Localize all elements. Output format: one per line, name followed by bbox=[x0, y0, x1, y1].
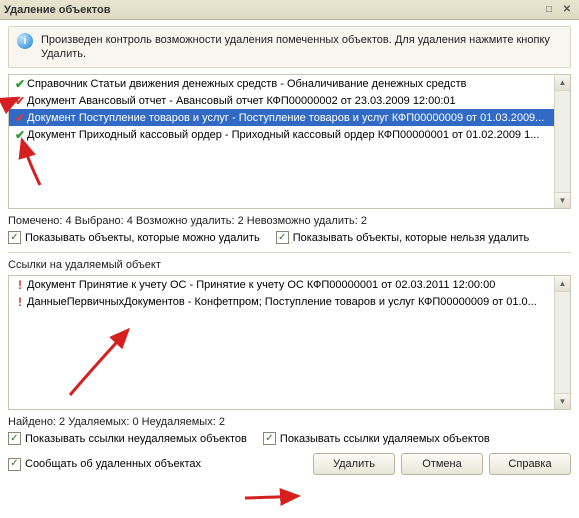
checkbox-icon: ✓ bbox=[8, 458, 21, 471]
list-item-text: Справочник Статьи движения денежных сред… bbox=[27, 78, 466, 90]
checkbox-label: Показывать объекты, которые нельзя удали… bbox=[293, 232, 530, 244]
checkbox-show-refs-nondeletable[interactable]: ✓ Показывать ссылки неудаляемых объектов bbox=[8, 432, 247, 445]
list-item[interactable]: !ДанныеПервичныхДокументов - Конфетпром;… bbox=[9, 293, 570, 310]
warning-icon: ✔ bbox=[13, 95, 27, 107]
checkbox-icon: ✓ bbox=[263, 432, 276, 445]
list-item[interactable]: ✔Документ Поступление товаров и услуг - … bbox=[9, 109, 570, 126]
list-item-text: Документ Поступление товаров и услуг - П… bbox=[27, 112, 544, 124]
warning-icon: ! bbox=[13, 279, 27, 291]
info-icon: i bbox=[17, 33, 33, 49]
checkbox-show-refs-deletable[interactable]: ✓ Показывать ссылки удаляемых объектов bbox=[263, 432, 490, 445]
refs-list[interactable]: !Документ Принятие к учету ОС - Принятие… bbox=[8, 275, 571, 410]
objects-list[interactable]: ✔Справочник Статьи движения денежных сре… bbox=[8, 74, 571, 209]
checkbox-icon: ✓ bbox=[276, 231, 289, 244]
checkbox-show-deletable[interactable]: ✓ Показывать объекты, которые можно удал… bbox=[8, 231, 260, 244]
refs-title: Ссылки на удаляемый объект bbox=[8, 259, 571, 271]
checkbox-report-deleted[interactable]: ✓ Сообщать об удаленных объектах bbox=[8, 458, 201, 471]
scroll-up-icon[interactable]: ▲ bbox=[555, 75, 570, 91]
scrollbar[interactable]: ▲ ▼ bbox=[554, 276, 570, 409]
checkbox-label: Сообщать об удаленных объектах bbox=[25, 458, 201, 470]
close-icon[interactable]: ✕ bbox=[559, 3, 575, 17]
checkbox-label: Показывать ссылки удаляемых объектов bbox=[280, 433, 490, 445]
checkmark-icon: ✔ bbox=[13, 129, 27, 141]
checkbox-label: Показывать объекты, которые можно удалит… bbox=[25, 232, 260, 244]
scrollbar[interactable]: ▲ ▼ bbox=[554, 75, 570, 208]
warning-icon: ! bbox=[13, 296, 27, 308]
warning-icon: ✔ bbox=[13, 112, 27, 124]
checkbox-label: Показывать ссылки неудаляемых объектов bbox=[25, 433, 247, 445]
list-item[interactable]: !Документ Принятие к учету ОС - Принятие… bbox=[9, 276, 570, 293]
list-item-text: Документ Принятие к учету ОС - Принятие … bbox=[27, 279, 495, 291]
help-button[interactable]: Справка bbox=[489, 453, 571, 475]
list-item[interactable]: ✔Справочник Статьи движения денежных сре… bbox=[9, 75, 570, 92]
title-bar: Удаление объектов □ ✕ bbox=[0, 0, 579, 20]
list-item-text: ДанныеПервичныхДокументов - Конфетпром; … bbox=[27, 296, 537, 308]
list-item[interactable]: ✔Документ Приходный кассовый ордер - При… bbox=[9, 126, 570, 143]
checkbox-show-nondeletable[interactable]: ✓ Показывать объекты, которые нельзя уда… bbox=[276, 231, 530, 244]
horizontal-separator bbox=[8, 252, 571, 253]
maximize-icon[interactable]: □ bbox=[541, 3, 557, 17]
window-title: Удаление объектов bbox=[4, 4, 111, 16]
scroll-down-icon[interactable]: ▼ bbox=[555, 192, 570, 208]
scroll-down-icon[interactable]: ▼ bbox=[555, 393, 570, 409]
objects-status: Помечено: 4 Выбрано: 4 Возможно удалить:… bbox=[8, 215, 571, 227]
checkbox-icon: ✓ bbox=[8, 432, 21, 445]
cancel-button[interactable]: Отмена bbox=[401, 453, 483, 475]
delete-button[interactable]: Удалить bbox=[313, 453, 395, 475]
list-item-text: Документ Авансовый отчет - Авансовый отч… bbox=[27, 95, 456, 107]
list-item-text: Документ Приходный кассовый ордер - Прих… bbox=[27, 129, 539, 141]
info-text: Произведен контроль возможности удаления… bbox=[41, 33, 562, 61]
scroll-up-icon[interactable]: ▲ bbox=[555, 276, 570, 292]
info-banner: i Произведен контроль возможности удален… bbox=[8, 26, 571, 68]
checkbox-icon: ✓ bbox=[8, 231, 21, 244]
list-item[interactable]: ✔Документ Авансовый отчет - Авансовый от… bbox=[9, 92, 570, 109]
checkmark-icon: ✔ bbox=[13, 78, 27, 90]
refs-status: Найдено: 2 Удаляемых: 0 Неудаляемых: 2 bbox=[8, 416, 571, 428]
